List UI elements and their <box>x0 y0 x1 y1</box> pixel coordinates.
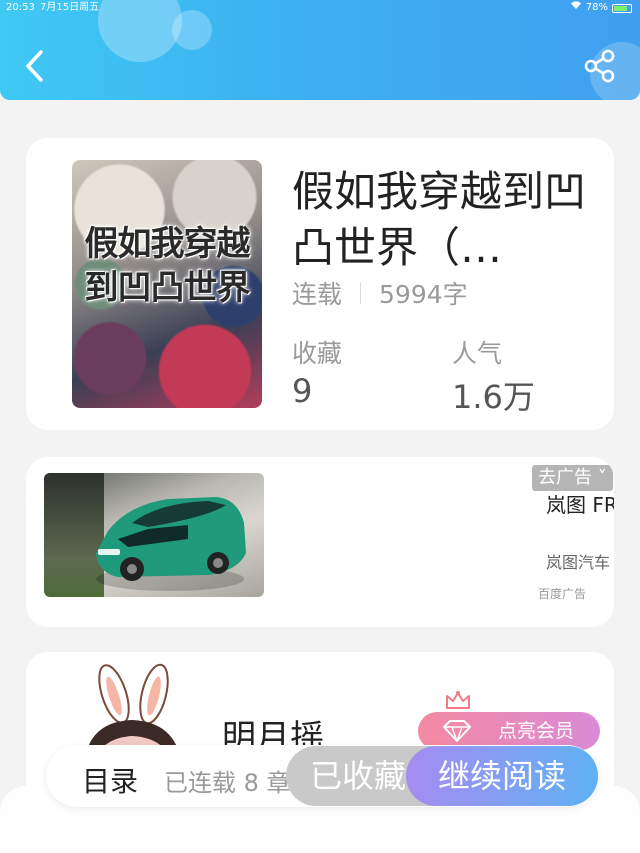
status-right: 78% <box>570 0 632 16</box>
serial-status: 连载 <box>292 280 343 309</box>
ad-source-tag: 百度广告 <box>538 587 587 601</box>
status-date: 7月15日周五 <box>40 2 100 13</box>
ad-subtitle: 岚图汽车 <box>546 553 611 572</box>
popularity-label: 人气 <box>452 339 503 368</box>
wifi-icon <box>570 0 582 16</box>
book-title: 假如我穿越到凹凸世界（… <box>292 167 587 272</box>
car-image <box>96 497 246 591</box>
meta-divider <box>360 282 362 304</box>
vip-label: 点亮会员 <box>497 720 574 742</box>
share-button[interactable] <box>582 48 618 84</box>
status-bar: 20:53 7月15日周五 78% <box>0 0 640 18</box>
diamond-icon <box>443 720 471 742</box>
battery-icon <box>612 3 632 13</box>
ad-title[interactable]: 岚图 FREE <box>546 489 614 518</box>
top-header: 20:53 7月15日周五 78% <box>0 0 640 100</box>
favorites-label: 收藏 <box>292 339 343 368</box>
book-info-card: 假如我穿越到凹凸世界 假如我穿越到凹凸世界（… 连载 5994字 收藏 9 人气… <box>26 138 614 430</box>
remove-ad-button[interactable]: 去广告 ˅ <box>532 465 613 491</box>
share-icon <box>584 49 615 83</box>
ad-card[interactable]: 去广告 ˅ 岚图 FREE 岚图汽车 百度广告 <box>26 457 614 627</box>
favorites-count: 9 <box>292 372 313 410</box>
popularity-count: 1.6万 <box>452 378 535 416</box>
chapter-count: 已连载 8 章 <box>164 769 291 797</box>
word-count: 5994字 <box>379 280 468 309</box>
book-meta: 连载 5994字 <box>292 276 468 310</box>
back-button[interactable] <box>22 48 50 84</box>
crown-icon <box>446 691 470 709</box>
table-of-contents-button[interactable]: 目录 <box>82 760 138 800</box>
ad-image[interactable] <box>44 473 264 597</box>
continue-reading-button[interactable]: 继续阅读 <box>406 746 598 806</box>
battery-percent: 78% <box>585 2 608 13</box>
chevron-left-icon <box>26 50 43 82</box>
status-time: 20:53 <box>6 2 35 13</box>
cover-title: 假如我穿越到凹凸世界 <box>84 224 251 308</box>
book-cover[interactable]: 假如我穿越到凹凸世界 <box>72 160 262 408</box>
